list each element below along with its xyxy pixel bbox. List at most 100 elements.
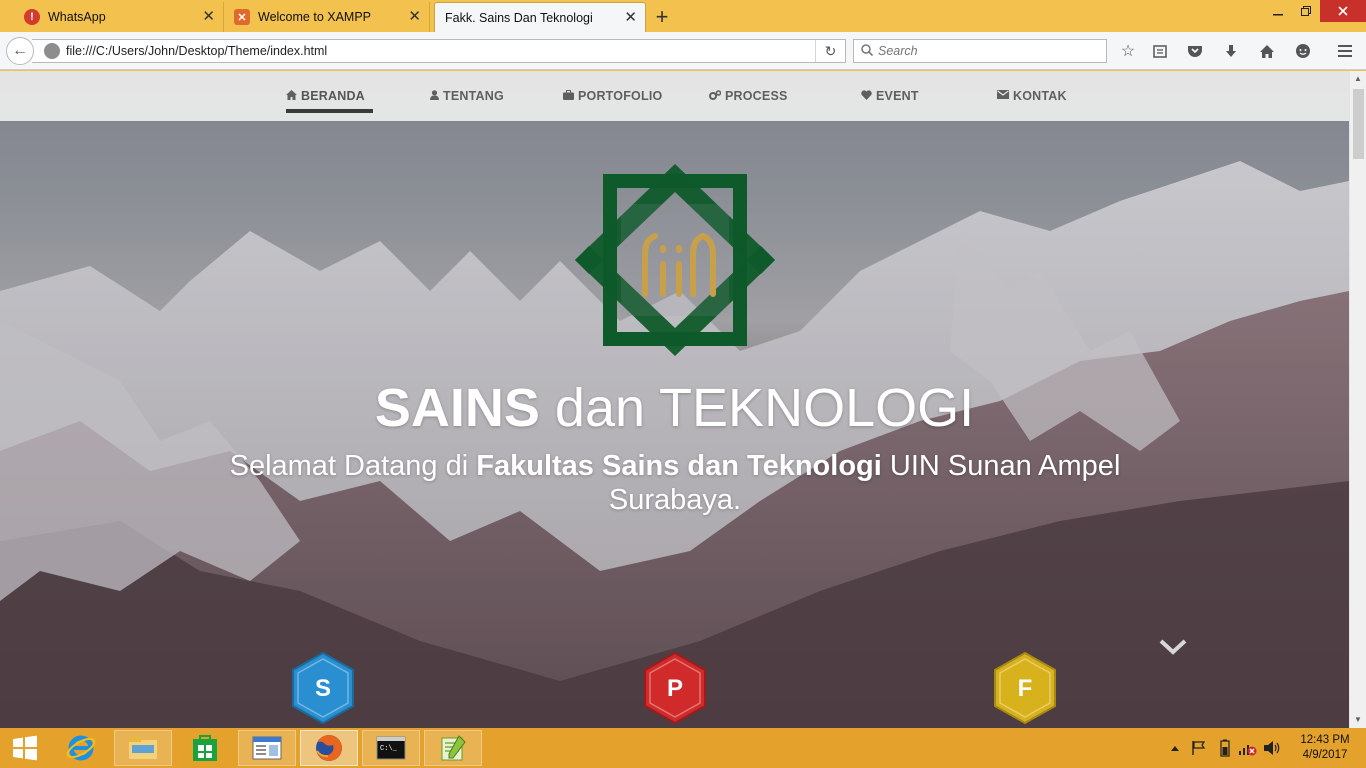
- badge-letter: S: [315, 675, 331, 702]
- nav-process[interactable]: PROCESS: [709, 71, 788, 121]
- clock-date: 4/9/2017: [1302, 749, 1348, 761]
- hero-title: SAINS dan TEKNOLOGI: [0, 377, 1349, 439]
- action-center-flag-icon[interactable]: [1191, 728, 1207, 768]
- close-icon: [1338, 6, 1348, 16]
- close-icon[interactable]: ✕: [408, 9, 421, 25]
- briefcase-icon: [563, 89, 574, 103]
- page-viewport: BERANDA TENTANG PORTOFOLIO PROCESS EVENT: [0, 71, 1349, 728]
- restore-icon: [1300, 6, 1311, 16]
- home-icon[interactable]: [1257, 41, 1277, 61]
- hero-subtitle-pre: Selamat Datang di: [229, 450, 477, 482]
- nav-label: PROCESS: [725, 89, 788, 103]
- notepad-window-icon: [252, 736, 282, 760]
- nav-event[interactable]: EVENT: [861, 71, 919, 121]
- url-text[interactable]: file:///C:/Users/John/Desktop/Theme/inde…: [66, 44, 327, 58]
- nav-kontak[interactable]: KONTAK: [997, 71, 1067, 121]
- nav-tentang[interactable]: TENTANG: [430, 71, 504, 121]
- hero-title-bold: SAINS: [374, 378, 540, 438]
- show-hidden-icons-arrow[interactable]: [1170, 728, 1180, 768]
- nav-label: PORTOFOLIO: [578, 89, 663, 103]
- nav-label: TENTANG: [443, 89, 504, 103]
- nav-label: BERANDA: [301, 89, 365, 103]
- reading-list-icon[interactable]: [1150, 41, 1170, 61]
- chevron-up-icon: [1171, 746, 1179, 751]
- windows-taskbar: C:\_ 12:43 PM 4/9/2017: [0, 728, 1366, 768]
- taskbar-firefox[interactable]: [300, 730, 358, 766]
- hamburger-menu-icon[interactable]: [1335, 41, 1355, 61]
- hero-subtitle-bold: Fakultas Sains dan Teknologi: [476, 450, 882, 482]
- back-arrow-icon: ←: [12, 42, 28, 59]
- taskbar-store[interactable]: [176, 730, 234, 766]
- restore-button[interactable]: [1290, 0, 1321, 22]
- firefox-icon: [316, 735, 342, 761]
- clock-time: 12:43 PM: [1300, 734, 1350, 746]
- tab-title: Welcome to XAMPP: [258, 10, 372, 24]
- scroll-down-arrow-icon[interactable]: ▼: [1350, 712, 1366, 728]
- minimize-button[interactable]: [1262, 0, 1293, 22]
- user-icon: [430, 89, 439, 103]
- bookmark-star-icon[interactable]: ☆: [1118, 41, 1138, 61]
- home-icon: [286, 89, 297, 103]
- site-navbar: BERANDA TENTANG PORTOFOLIO PROCESS EVENT: [0, 71, 1349, 121]
- browser-titlebar: ! WhatsApp ✕ ✕ Welcome to XAMPP ✕ Fakk. …: [0, 0, 1366, 32]
- badge-letter: P: [667, 675, 683, 702]
- badge-p-hexagon[interactable]: P: [642, 651, 708, 725]
- xampp-icon: ✕: [234, 9, 250, 25]
- internet-explorer-icon: [66, 735, 96, 761]
- nav-portofolio[interactable]: PORTOFOLIO: [563, 71, 662, 121]
- battery-icon[interactable]: [1220, 728, 1230, 768]
- badge-f-hexagon[interactable]: F: [992, 651, 1058, 725]
- vertical-scrollbar[interactable]: ▲ ▼: [1349, 71, 1366, 728]
- start-button[interactable]: [0, 730, 50, 766]
- tab-whatsapp[interactable]: ! WhatsApp ✕: [14, 2, 224, 32]
- uin-logo: [575, 164, 775, 356]
- badge-letter: F: [1018, 675, 1033, 702]
- taskbar-command-prompt[interactable]: C:\_: [362, 730, 420, 766]
- store-icon: [193, 735, 217, 761]
- search-icon: [861, 43, 874, 59]
- network-disconnected-icon[interactable]: [1238, 728, 1258, 768]
- hello-chat-icon[interactable]: [1293, 41, 1313, 61]
- whatsapp-alert-icon: !: [24, 9, 40, 25]
- nav-label: KONTAK: [1013, 89, 1067, 103]
- badge-s-hexagon[interactable]: S: [290, 651, 356, 725]
- tab-fakultas-sains[interactable]: Fakk. Sains Dan Teknologi ✕: [434, 2, 646, 32]
- scroll-up-arrow-icon[interactable]: ▲: [1350, 71, 1366, 87]
- chevron-down-icon[interactable]: [1158, 637, 1188, 657]
- notepad-plus-plus-icon: [441, 735, 466, 761]
- downloads-icon[interactable]: [1221, 41, 1241, 61]
- command-prompt-icon: C:\_: [376, 736, 406, 760]
- envelope-icon: [997, 90, 1009, 102]
- tab-title: Fakk. Sains Dan Teknologi: [445, 10, 593, 25]
- tab-title: WhatsApp: [48, 10, 106, 24]
- close-icon[interactable]: ✕: [624, 10, 637, 26]
- globe-icon: [44, 43, 60, 59]
- hero-subtitle: Selamat Datang di Fakultas Sains dan Tek…: [175, 449, 1175, 517]
- tab-xampp[interactable]: ✕ Welcome to XAMPP ✕: [224, 2, 430, 32]
- hero-title-rest: dan TEKNOLOGI: [539, 378, 975, 438]
- heart-icon: [861, 89, 872, 103]
- file-explorer-icon: [129, 737, 157, 759]
- taskbar-notepad-window[interactable]: [238, 730, 296, 766]
- cogs-icon: [709, 89, 722, 103]
- scrollbar-thumb[interactable]: [1353, 89, 1364, 159]
- taskbar-notepad-plus-plus[interactable]: [424, 730, 482, 766]
- pocket-icon[interactable]: [1185, 41, 1205, 61]
- new-tab-button[interactable]: +: [650, 4, 674, 30]
- minimize-icon: [1272, 14, 1283, 16]
- browser-toolbar: file:///C:/Users/John/Desktop/Theme/inde…: [0, 32, 1366, 70]
- taskbar-internet-explorer[interactable]: [52, 730, 110, 766]
- back-button[interactable]: ←: [6, 37, 34, 65]
- url-bar[interactable]: file:///C:/Users/John/Desktop/Theme/inde…: [32, 39, 846, 63]
- close-window-button[interactable]: [1320, 0, 1366, 22]
- nav-label: EVENT: [876, 89, 919, 103]
- reload-icon[interactable]: ↻: [815, 40, 845, 62]
- taskbar-file-explorer[interactable]: [114, 730, 172, 766]
- taskbar-clock[interactable]: 12:43 PM 4/9/2017: [1294, 733, 1356, 763]
- nav-beranda[interactable]: BERANDA: [286, 71, 373, 121]
- start-icon: [13, 735, 37, 761]
- close-icon[interactable]: ✕: [202, 9, 215, 25]
- volume-icon[interactable]: [1263, 728, 1281, 768]
- search-input[interactable]: [878, 44, 1078, 58]
- search-box[interactable]: [853, 39, 1107, 63]
